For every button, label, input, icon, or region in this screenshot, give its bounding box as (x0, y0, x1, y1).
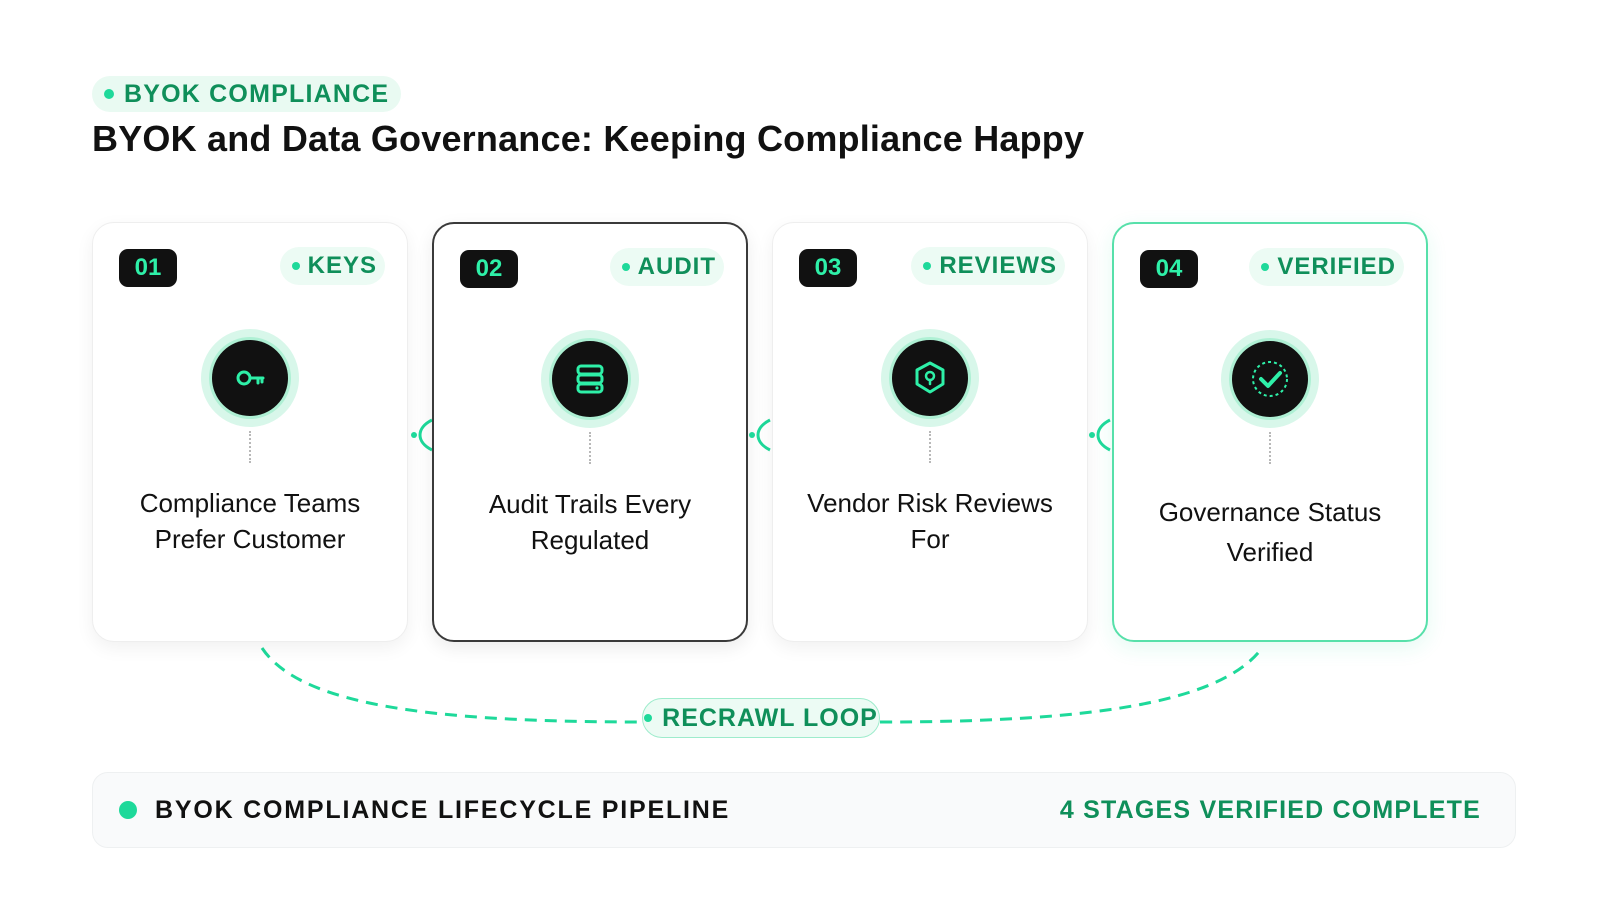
stage-icon-ring (201, 329, 299, 427)
recrawl-loop-label: RECRAWL LOOP (662, 703, 878, 732)
status-dot (119, 801, 137, 819)
eyebrow-label: BYOK COMPLIANCE (124, 79, 390, 108)
stage-connector (411, 418, 433, 452)
stage-number: 01 (119, 249, 177, 287)
stage-number: 03 (799, 249, 857, 287)
shield-icon (892, 340, 968, 416)
icon-stem (1269, 432, 1271, 464)
icon-stem (929, 431, 931, 463)
database-icon (552, 341, 628, 417)
key-icon (212, 340, 288, 416)
tag-dot (923, 262, 932, 270)
eyebrow-badge: BYOK COMPLIANCE (92, 76, 402, 112)
stage-tag-label: VERIFIED (1277, 253, 1396, 280)
tag-dot (1261, 263, 1270, 271)
page-title: BYOK and Data Governance: Keeping Compli… (92, 118, 1085, 159)
stage-card-verified[interactable]: 04 VERIFIED Governance Status Verified (1112, 222, 1428, 642)
loop-dot (644, 714, 653, 722)
stage-text: Governance Status Verified (1158, 497, 1382, 567)
icon-stem (589, 432, 591, 464)
stage-text: Compliance Teams Prefer Customer (139, 488, 361, 554)
recrawl-loop-badge: RECRAWL LOOP (642, 698, 880, 738)
footer-left: BYOK COMPLIANCE LIFECYCLE PIPELINE (119, 796, 730, 825)
tag-dot (291, 262, 300, 270)
stage-tag-label: AUDIT (637, 253, 716, 280)
pipeline-footer: BYOK COMPLIANCE LIFECYCLE PIPELINE 4 STA… (92, 772, 1516, 848)
stage-icon-ring (881, 329, 979, 427)
stage-icon-ring (541, 330, 639, 428)
footer-title: BYOK COMPLIANCE LIFECYCLE PIPELINE (155, 795, 731, 824)
stage-connector (1089, 418, 1111, 452)
footer-status: 4 STAGES VERIFIED COMPLETE (1059, 795, 1481, 824)
stage-icon-ring (1221, 330, 1319, 428)
stage-number: 04 (1140, 250, 1198, 288)
stage-tag: AUDIT (609, 248, 724, 286)
stage-connector (749, 418, 771, 452)
stage-tag-label: KEYS (307, 252, 377, 279)
stage-card-keys[interactable]: 01 KEYS Compliance Teams Prefer Customer (92, 222, 408, 642)
stage-card-reviews[interactable]: 03 REVIEWS Vendor Risk Reviews For (772, 222, 1088, 642)
tag-dot (621, 263, 630, 271)
check-circle-icon (1232, 341, 1308, 417)
stage-text: Vendor Risk Reviews For (807, 488, 1053, 554)
eyebrow-dot (104, 89, 114, 99)
stage-tag: KEYS (279, 247, 385, 285)
stage-card-audit[interactable]: 02 AUDIT Audit Trails Every Regulated (432, 222, 748, 642)
stage-tag: VERIFIED (1249, 248, 1404, 286)
icon-stem (249, 431, 251, 463)
stage-tag-label: REVIEWS (939, 252, 1057, 279)
stage-text: Audit Trails Every Regulated (488, 489, 692, 555)
stage-number: 02 (460, 250, 518, 288)
stage-tag: REVIEWS (911, 247, 1065, 285)
